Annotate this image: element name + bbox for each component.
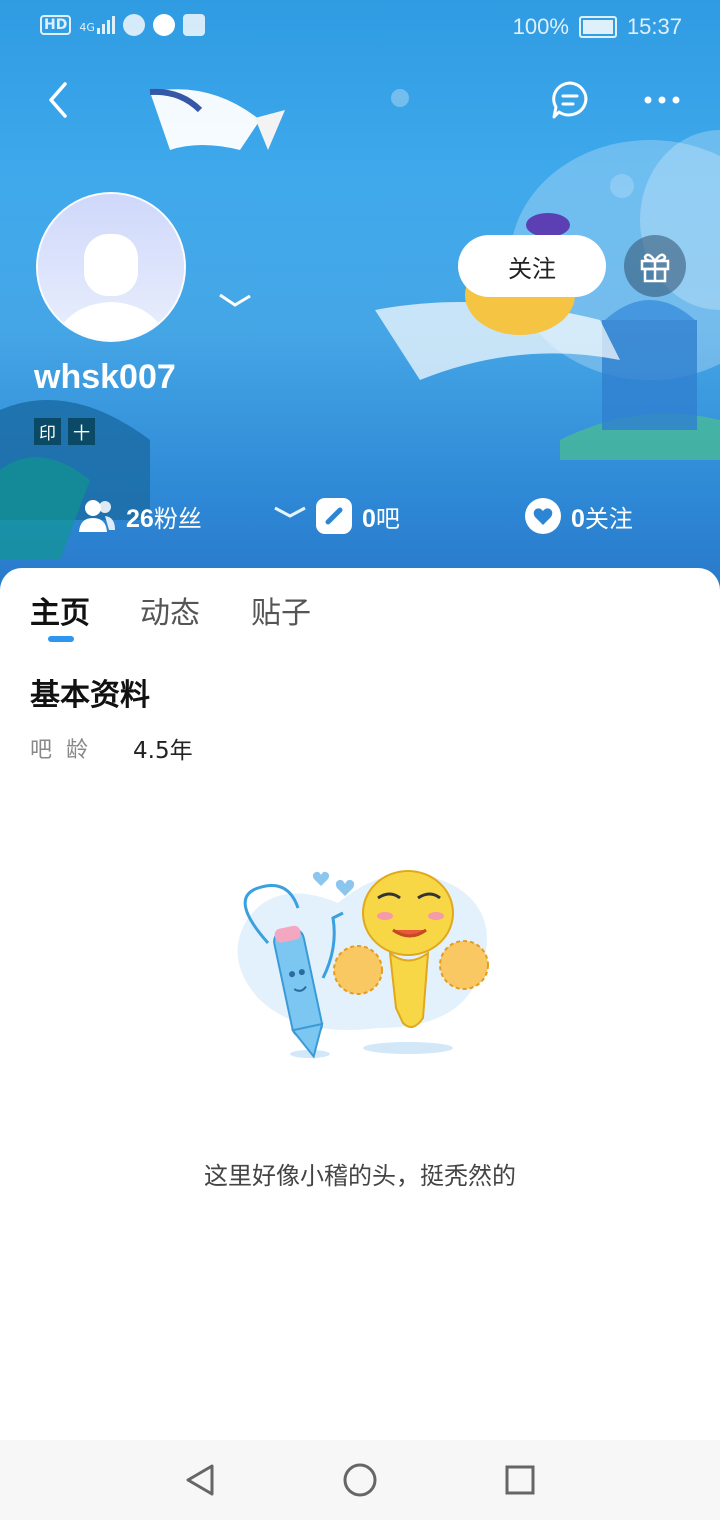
section-title: 基本资料	[30, 678, 150, 713]
back-button[interactable]	[36, 78, 80, 122]
follow-button[interactable]: 关注	[458, 235, 606, 297]
stat-fans[interactable]: 26粉丝	[78, 498, 202, 534]
fans-count: 26	[126, 504, 154, 533]
bars-count: 0	[362, 504, 376, 533]
following-count: 0	[571, 504, 585, 533]
status-right: 100% 15:37	[513, 14, 682, 40]
profile-header: HD 4G 100% 15:37 whsk007 印 十 关注 26粉丝 0吧 …	[0, 0, 720, 600]
age-value: 4.5年	[133, 738, 193, 764]
default-user-icon	[38, 194, 184, 340]
users-icon	[79, 500, 115, 532]
empty-state-message: 这里好像小稽的头，挺秃然的	[204, 1162, 516, 1190]
heart-icon	[525, 498, 561, 534]
status-bar: HD 4G 100% 15:37	[0, 0, 720, 56]
badge-add[interactable]: 十	[68, 418, 95, 445]
username: whsk007	[34, 358, 176, 396]
nav-recent-square-icon	[505, 1465, 535, 1495]
age-label: 吧龄	[30, 738, 103, 763]
profile-content: 主页 动态 贴子 基本资料 吧龄 4.5年 这里好像小稽的头，挺秃然的	[0, 568, 720, 1520]
tab-posts[interactable]: 贴子	[251, 588, 311, 632]
nav-back-button[interactable]	[180, 1460, 220, 1500]
chevron-left-icon	[49, 82, 67, 118]
nav-back-triangle-icon	[186, 1464, 214, 1496]
avatar[interactable]	[36, 192, 186, 342]
baidu-icon	[182, 14, 205, 36]
pen-icon	[316, 498, 352, 534]
status-left-icons: HD 4G	[40, 14, 205, 36]
bars-label: 吧	[375, 504, 400, 533]
gift-button[interactable]	[624, 235, 686, 297]
chat-bubble-icon	[552, 81, 588, 119]
tab-activity[interactable]: 动态	[140, 588, 200, 632]
nav-home-circle-icon	[343, 1463, 377, 1497]
wechat-icon	[122, 14, 145, 36]
badge-seal[interactable]: 印	[34, 418, 61, 445]
battery-percent: 100%	[512, 14, 569, 39]
tiktok-icon	[152, 14, 175, 36]
fans-label: 粉丝	[153, 504, 202, 533]
active-tab-indicator	[48, 636, 74, 642]
system-nav-bar	[0, 1440, 720, 1520]
hd-icon: HD	[40, 15, 72, 35]
following-label: 关注	[584, 504, 633, 533]
tab-home[interactable]: 主页	[30, 588, 90, 632]
more-dots-icon	[644, 96, 680, 104]
more-button[interactable]	[638, 78, 686, 122]
gift-icon	[640, 253, 670, 283]
stat-following[interactable]: 0关注	[525, 498, 633, 534]
signal-4g-icon: 4G	[79, 16, 115, 34]
nav-recent-button[interactable]	[500, 1460, 540, 1500]
message-button[interactable]	[548, 78, 592, 122]
clock: 15:37	[626, 14, 682, 39]
nav-home-button[interactable]	[340, 1460, 380, 1500]
battery-icon	[578, 16, 617, 38]
empty-state-illustration	[237, 870, 489, 1059]
stat-bars[interactable]: 0吧	[316, 498, 400, 534]
